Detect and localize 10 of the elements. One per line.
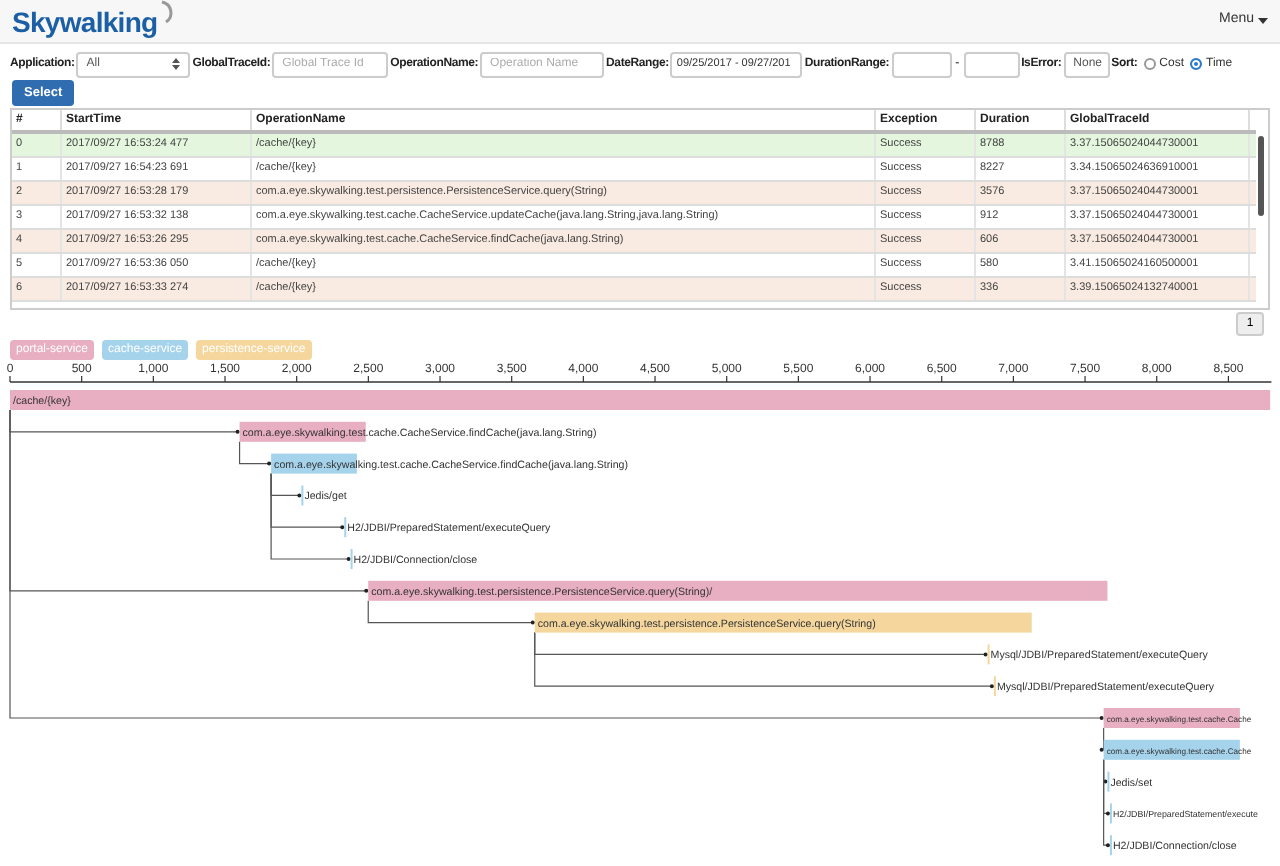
scrollbar-thumb[interactable] — [1258, 136, 1264, 216]
select-arrows-icon — [172, 58, 181, 70]
logo[interactable]: Skywalking — [12, 0, 174, 43]
duration-min-field[interactable] — [891, 51, 952, 77]
radio-button[interactable] — [1143, 58, 1156, 70]
duration-max-field[interactable] — [963, 51, 1020, 77]
radio-button[interactable] — [1190, 58, 1203, 70]
caret-icon — [1258, 17, 1268, 25]
logo-arc-icon — [159, 0, 174, 23]
connector-line — [1099, 727, 1105, 752]
